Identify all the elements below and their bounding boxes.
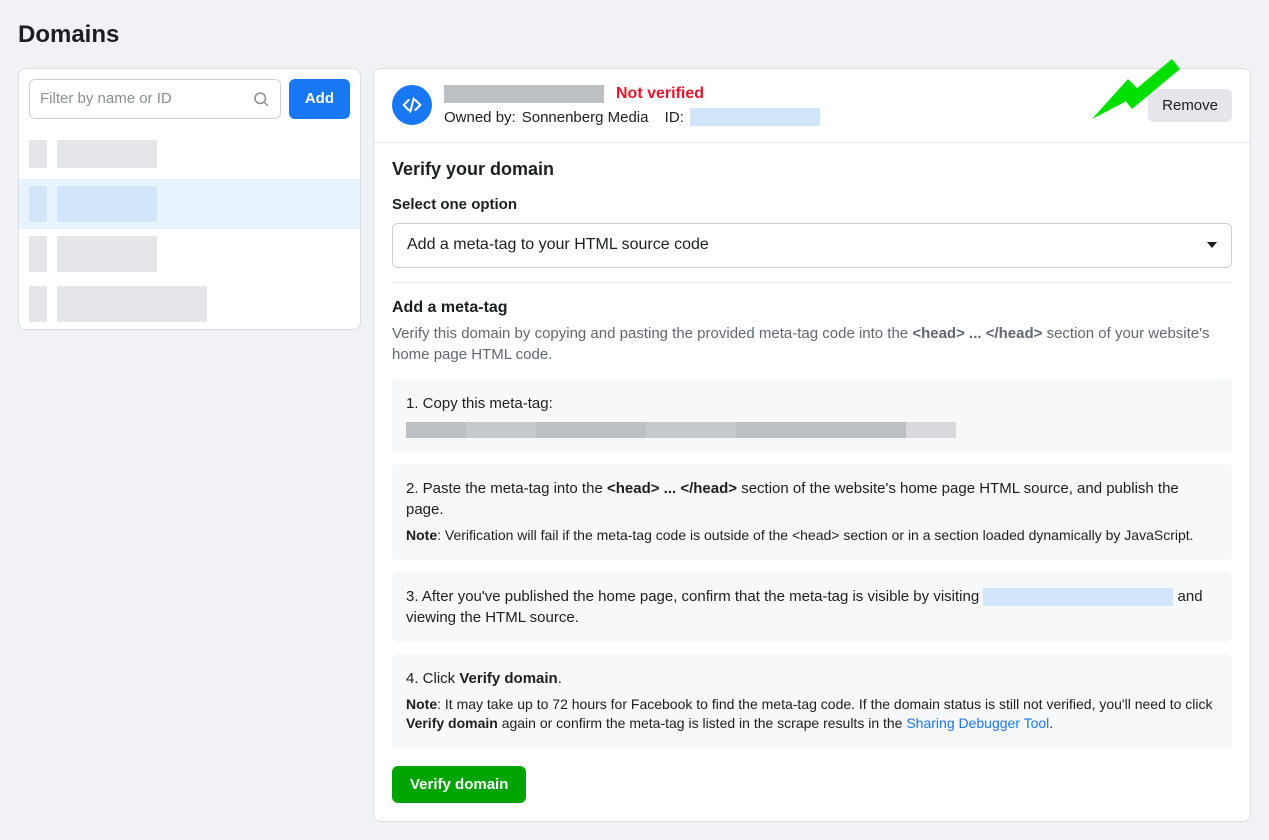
add-button[interactable]: Add bbox=[289, 79, 350, 119]
domain-list-item[interactable] bbox=[19, 179, 360, 229]
search-input[interactable] bbox=[40, 90, 252, 107]
meta-tag-code-redacted bbox=[406, 422, 1218, 438]
meta-tag-description: Verify this domain by copying and pastin… bbox=[392, 323, 1232, 365]
domain-list-item[interactable] bbox=[19, 129, 360, 179]
id-label: ID: bbox=[665, 107, 684, 128]
verification-method-dropdown[interactable]: Add a meta-tag to your HTML source code bbox=[392, 223, 1232, 267]
owned-by-label: Owned by: bbox=[444, 107, 516, 128]
step-box: 3. After you've published the home page,… bbox=[392, 572, 1232, 642]
step-box: 2. Paste the meta-tag into the <head> ..… bbox=[392, 464, 1232, 560]
verify-section-title: Verify your domain bbox=[392, 157, 1232, 182]
step2-text: 2. Paste the meta-tag into the <head> ..… bbox=[406, 478, 1218, 520]
step-box: 1. Copy this meta-tag: bbox=[392, 379, 1232, 452]
select-option-label: Select one option bbox=[392, 194, 1232, 215]
chevron-down-icon bbox=[1207, 242, 1217, 248]
domain-name-redacted bbox=[444, 85, 604, 103]
domain-list-item[interactable] bbox=[19, 279, 360, 329]
owned-by-value: Sonnenberg Media bbox=[522, 107, 649, 128]
step2-note: Note: Verification will fail if the meta… bbox=[406, 526, 1218, 546]
step1-text: 1. Copy this meta-tag: bbox=[406, 393, 1218, 414]
meta-tag-title: Add a meta-tag bbox=[392, 297, 1232, 319]
divider bbox=[392, 282, 1232, 283]
step4-text: 4. Click Verify domain. bbox=[406, 668, 1218, 689]
sharing-debugger-link[interactable]: Sharing Debugger Tool bbox=[906, 715, 1049, 731]
step4-note: Note: It may take up to 72 hours for Fac… bbox=[406, 695, 1218, 734]
dropdown-selected-value: Add a meta-tag to your HTML source code bbox=[407, 234, 709, 256]
step3-url-redacted bbox=[983, 588, 1173, 606]
code-icon bbox=[392, 85, 432, 125]
step3-text: 3. After you've published the home page,… bbox=[406, 588, 983, 605]
status-badge: Not verified bbox=[616, 83, 704, 105]
page-title: Domains bbox=[18, 18, 1251, 52]
domains-sidebar: Add bbox=[18, 68, 361, 330]
verify-domain-button[interactable]: Verify domain bbox=[392, 766, 526, 803]
domain-id-redacted bbox=[690, 108, 820, 126]
remove-button[interactable]: Remove bbox=[1148, 89, 1232, 122]
domain-list-item[interactable] bbox=[19, 229, 360, 279]
domain-detail-panel: Not verified Owned by: Sonnenberg Media … bbox=[373, 68, 1251, 822]
search-field-wrap[interactable] bbox=[29, 79, 281, 119]
search-icon bbox=[252, 90, 270, 108]
